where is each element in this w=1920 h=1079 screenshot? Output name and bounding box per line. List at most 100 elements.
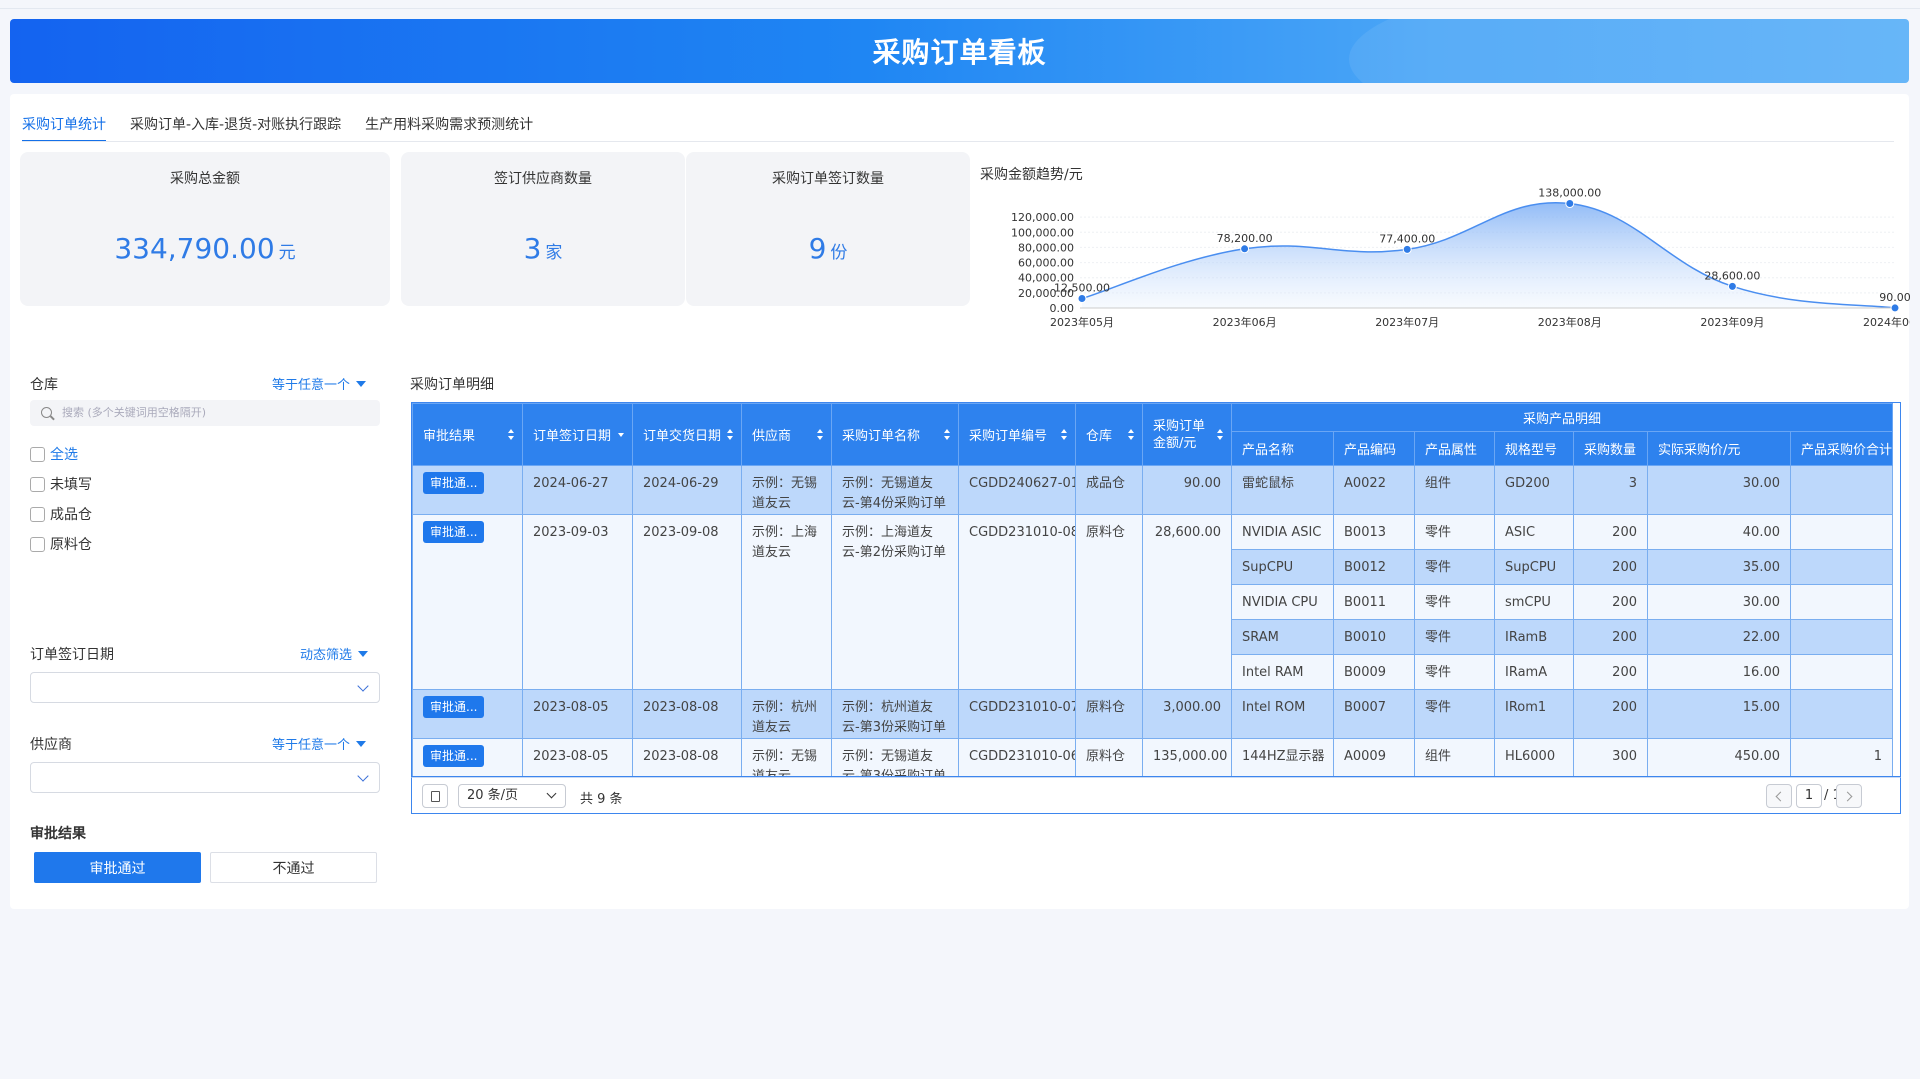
supplier-filter-mode[interactable]: 等于任意一个	[272, 734, 367, 753]
warehouse-search-input[interactable]: 搜索 (多个关键词用空格隔开)	[30, 400, 380, 426]
product-name-cell: NVIDIA CPU	[1231, 584, 1334, 620]
approval-status-cell: 审批通...	[412, 465, 523, 515]
checkbox[interactable]	[30, 536, 45, 552]
quantity-cell: 200	[1573, 689, 1648, 739]
actual-price-cell: 22.00	[1647, 619, 1791, 655]
warehouse-option-finished[interactable]: 成品仓	[30, 504, 92, 524]
approval-status-cell: 审批通...	[412, 514, 523, 690]
page-size-select[interactable]: 20 条/页	[458, 784, 566, 808]
col-delivery-date[interactable]: 订单交货日期	[632, 403, 742, 466]
caret-down-icon	[358, 651, 369, 657]
sort-icon[interactable]	[1128, 428, 1134, 441]
order-amount-cell: 28,600.00	[1142, 514, 1232, 690]
data-point	[1565, 199, 1575, 209]
prev-page-button[interactable]	[1766, 784, 1792, 808]
data-label: 90.00	[1879, 291, 1910, 304]
table-row[interactable]: 审批通... 2023-09-03 2023-09-08 示例：上海道友云 示例：上海道…	[412, 514, 1894, 690]
caret-down-icon	[356, 741, 367, 747]
order-name-cell: 示例：上海道友云-第2份采购订单	[831, 514, 959, 690]
x-tick-label: 2024年06月	[1863, 315, 1910, 329]
approval-status-cell: 审批通...	[412, 738, 523, 776]
order-detail-table[interactable]: 审批结果 订单签订日期 订单交货日期 供应商 采购订单名称 采购订单编号 仓库 …	[411, 402, 1901, 777]
col-product-total[interactable]: 产品采购价合计	[1789, 431, 1894, 466]
sort-icon[interactable]	[1217, 428, 1223, 441]
tabs-divider	[22, 141, 1894, 142]
sign-date-filter-mode[interactable]: 动态筛选	[300, 644, 369, 663]
col-sign-date[interactable]: 订单签订日期	[522, 403, 633, 466]
sign-date-select[interactable]	[30, 672, 380, 703]
chevron-down-icon	[546, 788, 557, 799]
sort-icon[interactable]	[817, 428, 823, 441]
table-row[interactable]: 审批通... 2024-06-27 2024-06-29 示例：无锡道友云 示例：无锡道…	[412, 465, 1894, 515]
actual-price-cell: 30.00	[1647, 465, 1791, 515]
y-tick-label: 100,000.00	[1011, 226, 1074, 239]
y-tick-label: 60,000.00	[1018, 257, 1074, 270]
checkbox[interactable]	[30, 476, 45, 492]
quantity-cell: 300	[1573, 738, 1648, 776]
stat-value: 9份	[808, 232, 848, 265]
product-attr-cell: 零件	[1414, 514, 1495, 550]
col-product-attr[interactable]: 产品属性	[1414, 431, 1495, 466]
product-name-cell: SRAM	[1231, 619, 1334, 655]
col-product-code[interactable]: 产品编码	[1333, 431, 1415, 466]
col-product-name[interactable]: 产品名称	[1231, 431, 1334, 466]
data-label: 28,600.00	[1704, 269, 1760, 282]
rejected-button[interactable]: 不通过	[210, 852, 377, 883]
col-supplier[interactable]: 供应商	[741, 403, 832, 466]
col-order-amount[interactable]: 采购订单金额/元	[1142, 403, 1232, 466]
col-approval-status[interactable]: 审批结果	[412, 403, 523, 466]
top-divider	[0, 8, 1920, 9]
next-page-button[interactable]	[1836, 784, 1862, 808]
table-row[interactable]: 审批通... 2023-08-05 2023-08-08 示例：杭州道友云 示例：杭州道…	[412, 689, 1894, 739]
checkbox[interactable]	[30, 506, 45, 522]
supplier-select[interactable]	[30, 762, 380, 793]
data-label: 78,200.00	[1217, 232, 1273, 245]
caret-down-icon	[356, 381, 367, 387]
main-panel: 采购订单统计 采购订单-入库-退货-对账执行跟踪 生产用料采购需求预测统计 采购…	[10, 94, 1910, 909]
quantity-cell: 200	[1573, 514, 1648, 550]
warehouse-option-empty[interactable]: 未填写	[30, 474, 92, 494]
stat-value: 3家	[523, 232, 563, 265]
approval-status-badge[interactable]: 审批通...	[423, 521, 485, 543]
sort-icon[interactable]	[727, 428, 733, 441]
header-banner: 采购订单看板	[10, 19, 1909, 83]
x-tick-label: 2023年09月	[1700, 315, 1764, 329]
col-order-name[interactable]: 采购订单名称	[831, 403, 959, 466]
checkbox[interactable]	[30, 446, 45, 462]
table-row[interactable]: 审批通... 2023-08-05 2023-08-08 示例：无锡道友云 示例：无锡道…	[412, 738, 1894, 776]
delivery-date-cell: 2023-09-08	[632, 514, 742, 690]
order-amount-cell: 90.00	[1142, 465, 1232, 515]
col-order-code[interactable]: 采购订单编号	[958, 403, 1076, 466]
col-warehouse[interactable]: 仓库	[1075, 403, 1143, 466]
spec-cell: HL6000	[1494, 738, 1574, 776]
warehouse-filter-mode[interactable]: 等于任意一个	[272, 374, 367, 393]
spec-cell: GD200	[1494, 465, 1574, 515]
sort-desc-icon[interactable]	[618, 432, 624, 437]
sort-icon[interactable]	[1061, 428, 1067, 441]
warehouse-option-raw[interactable]: 原料仓	[30, 534, 92, 554]
chevron-down-icon	[357, 770, 369, 782]
sign-date-cell: 2024-06-27	[522, 465, 633, 515]
col-actual-price[interactable]: 实际采购价/元	[1647, 431, 1791, 466]
sort-icon[interactable]	[944, 428, 950, 441]
column-settings-icon[interactable]	[422, 784, 448, 808]
tab-order-stats[interactable]: 采购订单统计	[22, 104, 106, 142]
sign-date-cell: 2023-08-05	[522, 689, 633, 739]
order-amount-cell: 3,000.00	[1142, 689, 1232, 739]
quantity-cell: 200	[1573, 584, 1648, 620]
approval-status-badge[interactable]: 审批通...	[423, 745, 485, 767]
current-page-input[interactable]: 1	[1796, 784, 1822, 808]
product-name-cell: NVIDIA ASIC	[1231, 514, 1334, 550]
col-spec[interactable]: 规格型号	[1494, 431, 1574, 466]
col-quantity[interactable]: 采购数量	[1573, 431, 1648, 466]
actual-price-cell: 450.00	[1647, 738, 1791, 776]
approved-button[interactable]: 审批通过	[34, 852, 201, 883]
sort-icon[interactable]	[508, 428, 514, 441]
approval-status-badge[interactable]: 审批通...	[423, 472, 485, 494]
tab-material-forecast[interactable]: 生产用料采购需求预测统计	[365, 104, 533, 142]
approval-status-badge[interactable]: 审批通...	[423, 696, 485, 718]
warehouse-option-all[interactable]: 全选	[30, 444, 78, 464]
tab-order-tracking[interactable]: 采购订单-入库-退货-对账执行跟踪	[130, 104, 341, 142]
stat-card-order-count: 采购订单签订数量 9份	[686, 152, 970, 306]
actual-price-cell: 35.00	[1647, 549, 1791, 585]
